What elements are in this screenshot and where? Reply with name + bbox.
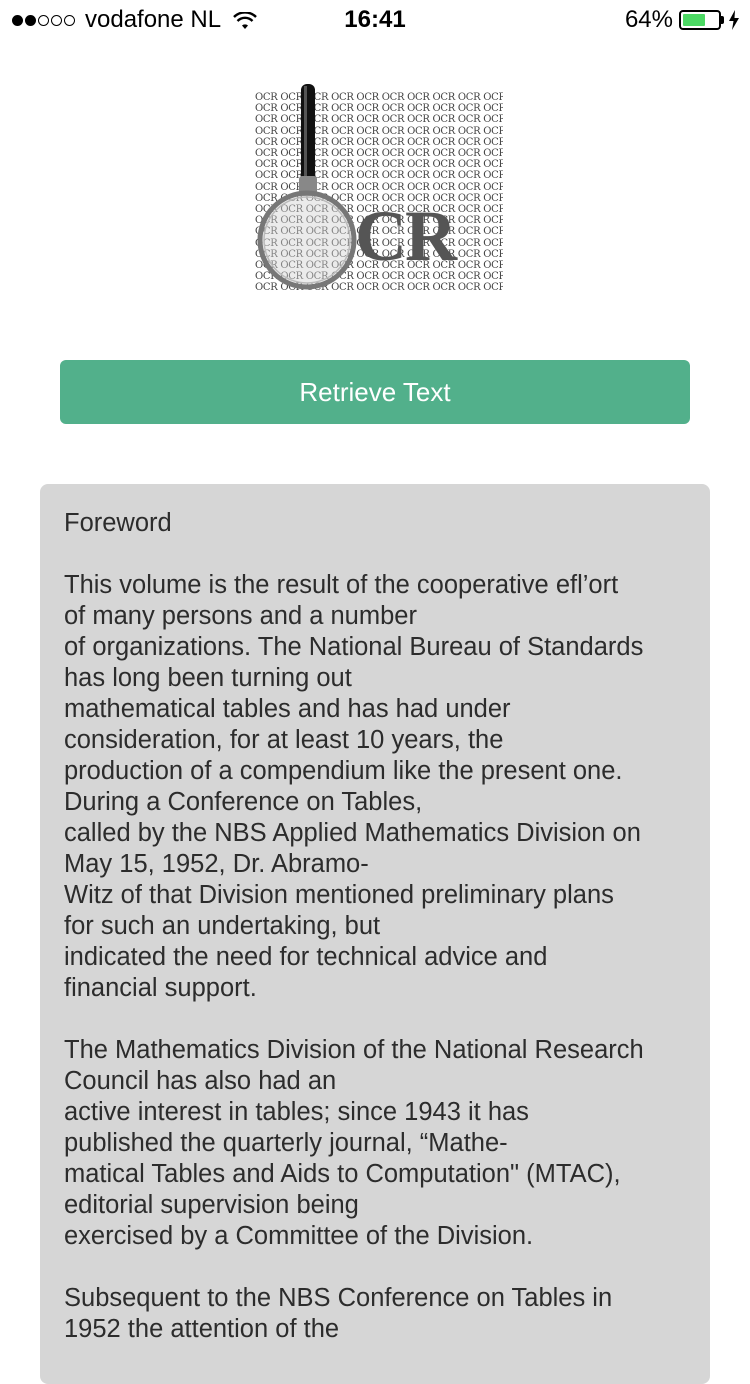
retrieve-text-button[interactable]: Retrieve Text [60,360,690,424]
battery-nub [721,16,724,24]
status-bar-right: 64% [625,6,740,34]
battery-percent: 64% [624,6,673,33]
bolt-icon [729,10,739,30]
status-bar: vodafone NL 16:41 64% [0,0,750,40]
ocr-logo-big-text: CR [355,196,457,276]
recognized-text: Foreword This volume is the result of th… [64,509,644,1343]
recognized-text-panel[interactable]: Foreword This volume is the result of th… [40,484,710,1384]
battery-icon [679,10,721,30]
battery-level-fill [683,14,705,26]
